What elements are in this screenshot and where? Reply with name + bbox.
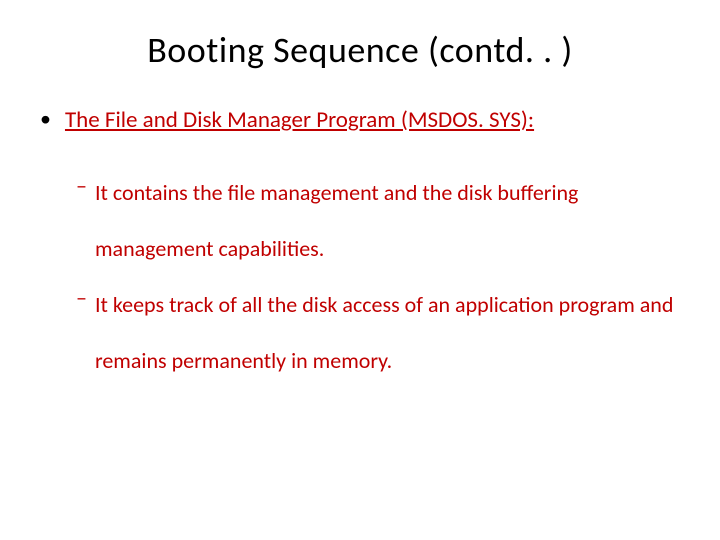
bullet-dot: • bbox=[40, 106, 51, 132]
bullet-item-main: • The File and Disk Manager Program (MSD… bbox=[40, 106, 680, 135]
slide-title: Booting Sequence (contd. . ) bbox=[40, 28, 680, 72]
subbullet-text-1: It contains the file management and the … bbox=[95, 165, 680, 277]
subbullet-text-2: It keeps track of all the disk access of… bbox=[95, 277, 680, 389]
dash-icon: – bbox=[76, 277, 87, 319]
dash-icon: – bbox=[76, 165, 87, 207]
bullet-text-main: The File and Disk Manager Program (MSDOS… bbox=[65, 106, 534, 135]
subbullet-item-2: – It keeps track of all the disk access … bbox=[40, 277, 680, 389]
subbullet-item-1: – It contains the file management and th… bbox=[40, 165, 680, 277]
